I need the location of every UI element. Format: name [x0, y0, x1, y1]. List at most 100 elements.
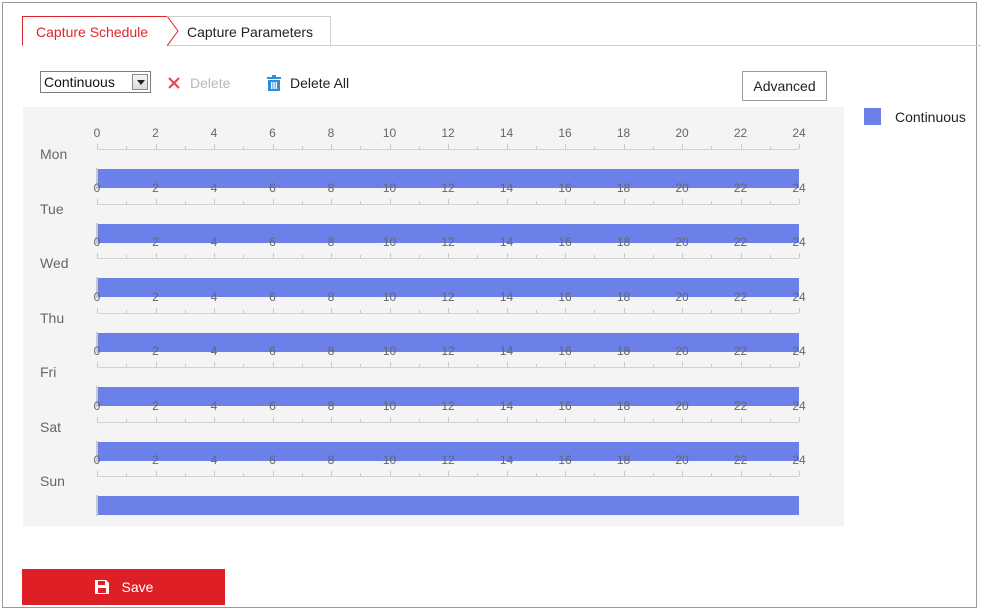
hour-tick [448, 253, 449, 258]
hour-tick-label: 14 [499, 235, 514, 249]
hour-tick-label: 6 [269, 289, 276, 304]
advanced-button[interactable]: Advanced [742, 71, 827, 101]
hour-tick-label: 16 [558, 344, 572, 358]
hour-tick [331, 416, 332, 422]
hour-tick [389, 307, 391, 313]
hour-tick [799, 144, 800, 149]
hour-tick [740, 416, 742, 422]
legend-label: Continuous [895, 108, 966, 125]
schedule-segment-bar[interactable] [98, 496, 799, 515]
hour-axis [97, 149, 799, 150]
tab-capture-parameters[interactable]: Capture Parameters [167, 16, 331, 46]
hour-tick-label: 4 [210, 235, 218, 249]
delete-all-button[interactable]: Delete All [266, 75, 349, 91]
hour-tick [301, 200, 303, 204]
hour-tick [389, 198, 391, 204]
schedule-row-fri[interactable]: Fri 0 2 4 6 8 10 12 14 16 18 20 22 24 [23, 344, 844, 407]
hour-tick [623, 253, 625, 258]
hour-tick [711, 200, 713, 204]
day-label: Fri [40, 364, 57, 380]
hour-tick [477, 473, 479, 476]
hour-tick [243, 146, 245, 149]
tab-capture-schedule[interactable]: Capture Schedule [22, 16, 179, 46]
hour-tick [243, 255, 245, 258]
hour-tick-label: 20 [675, 235, 689, 249]
hour-tick-label: 2 [152, 126, 159, 140]
hour-tick-label: 4 [210, 289, 218, 304]
hour-tick [506, 198, 508, 204]
day-label: Sun [40, 473, 65, 489]
hour-tick [155, 198, 157, 204]
hour-tick [418, 200, 420, 204]
hour-tick [799, 471, 800, 476]
hour-tick [565, 471, 566, 476]
hour-tick [126, 309, 128, 313]
hour-tick-label: 0 [93, 180, 101, 195]
hour-tick [214, 362, 215, 367]
hour-tick-label: 0 [93, 453, 101, 467]
hour-tick [184, 200, 186, 204]
hour-tick [799, 416, 800, 422]
hour-tick [155, 144, 157, 149]
chevron-down-icon[interactable] [132, 74, 148, 90]
hour-tick-label: 8 [327, 398, 335, 413]
hour-tick [506, 144, 508, 149]
hour-tick [769, 146, 771, 149]
schedule-row-tue[interactable]: Tue 0 2 4 6 8 10 12 14 16 18 20 22 24 [23, 180, 844, 244]
hour-tick-label: 4 [210, 126, 218, 140]
hour-tick [711, 146, 713, 149]
hour-tick [272, 144, 274, 149]
delete-button[interactable]: Delete [166, 75, 230, 91]
hour-tick-label: 10 [382, 235, 397, 249]
hour-tick-label: 0 [93, 398, 101, 413]
hour-tick [389, 471, 391, 476]
hour-tick [418, 146, 420, 149]
hour-tick [535, 146, 537, 149]
hour-tick [682, 362, 683, 367]
hour-tick [418, 473, 420, 476]
hour-tick-label: 24 [792, 235, 806, 249]
schedule-row-thu[interactable]: Thu 0 2 4 6 8 10 12 14 16 18 20 22 24 [23, 289, 844, 353]
hour-tick [331, 307, 332, 313]
hour-tick-label: 12 [441, 235, 455, 249]
hour-tick [652, 473, 654, 476]
day-label: Sat [40, 418, 62, 435]
hour-tick [565, 253, 566, 258]
hour-tick [360, 255, 362, 258]
schedule-grid[interactable]: Mon 0 2 4 6 8 10 12 14 16 18 20 22 24 Tue 0 2 4 6 8 10 12 14 16… [23, 107, 844, 526]
hour-tick [331, 144, 332, 149]
hour-tick-label: 24 [792, 398, 806, 413]
hour-tick-label: 10 [382, 126, 397, 140]
schedule-row-mon[interactable]: Mon 0 2 4 6 8 10 12 14 16 18 20 22 24 [23, 126, 844, 189]
save-button[interactable]: Save [22, 569, 225, 605]
legend: Continuous [864, 108, 966, 125]
schedule-row-wed[interactable]: Wed 0 2 4 6 8 10 12 14 16 18 20 22 24 [23, 235, 844, 298]
hour-tick [418, 255, 420, 258]
hour-tick-label: 14 [499, 126, 514, 140]
hour-tick [799, 362, 800, 367]
hour-tick [214, 253, 215, 258]
hour-tick [97, 198, 98, 204]
hour-tick-label: 10 [382, 453, 397, 467]
schedule-type-select[interactable]: Continuous [40, 71, 151, 93]
schedule-row-sun[interactable]: Sun 0 2 4 6 8 10 12 14 16 18 20 22 24 [23, 453, 844, 516]
hour-tick-label: 6 [269, 344, 276, 358]
hour-tick [769, 309, 771, 313]
hour-tick [418, 418, 420, 422]
hour-tick-label: 22 [733, 344, 748, 358]
hour-tick [155, 253, 157, 258]
delete-label: Delete [190, 75, 231, 91]
hour-tick [799, 253, 800, 258]
hour-tick [243, 309, 245, 313]
hour-tick [126, 255, 128, 258]
hour-tick [418, 309, 420, 313]
hour-tick-label: 2 [152, 289, 159, 304]
hour-tick [740, 144, 742, 149]
hour-tick-label: 14 [499, 453, 514, 467]
hour-tick [214, 471, 215, 476]
schedule-row-sat[interactable]: Sat 0 2 4 6 8 10 12 14 16 18 20 22 24 [23, 398, 844, 462]
hour-tick [769, 418, 771, 422]
hour-tick [711, 255, 713, 258]
hour-tick-label: 16 [558, 398, 572, 413]
hour-tick [360, 418, 362, 422]
